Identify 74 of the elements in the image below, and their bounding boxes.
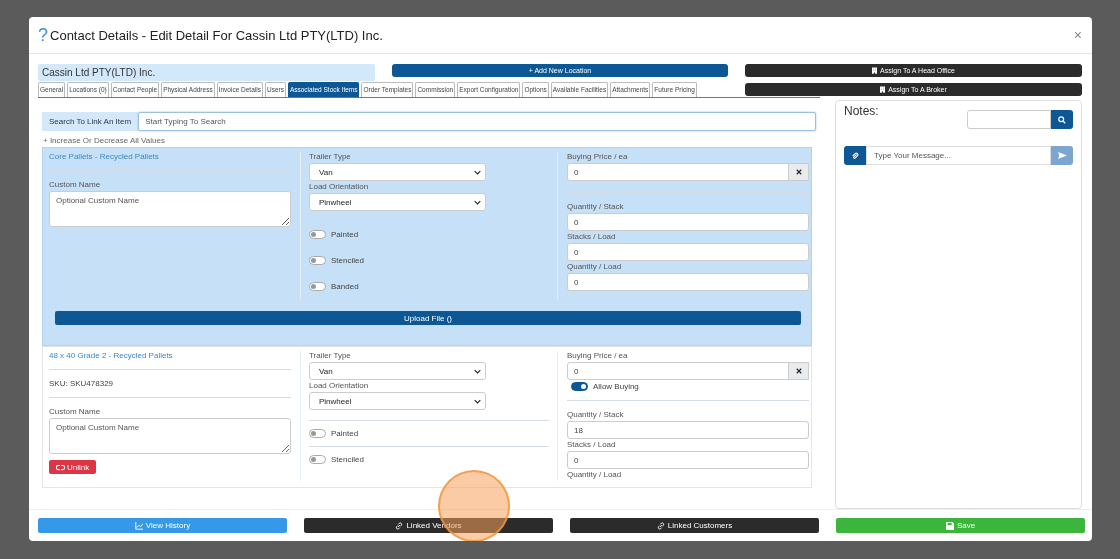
toggle-switch[interactable] [309,429,326,438]
chevron-icon [474,199,481,205]
chevron-icon [474,398,481,404]
item-title-link[interactable]: 48 x 40 Grade 2 - Recycled Pallets [49,351,291,360]
close-icon [795,169,802,175]
toggle-label: Painted [331,429,359,438]
field-label: Buying Price / ea [567,152,629,161]
search-field[interactable]: Start Typing To Search [138,112,816,131]
toggle-label: Stenciled [331,256,364,265]
line-chart-icon [134,521,143,530]
message-field[interactable]: Type Your Message... [866,146,1051,165]
unlink-button[interactable]: Unlink [49,460,97,474]
search-icon [1058,115,1066,124]
custom-name-field[interactable]: Optional Custom Name [49,191,291,227]
broken-link-icon [56,463,65,471]
adjust-values-link[interactable]: + Increase Or Decrease All Values [43,136,820,145]
field-label: Trailer Type [309,351,352,360]
field-label: Custom Name [49,180,102,189]
search-button[interactable] [1051,110,1073,129]
upload-file-button[interactable]: Upload File () [55,311,801,325]
send-button[interactable] [1051,146,1073,165]
clear-button[interactable] [789,163,809,181]
search-label: Search To Link An Item [42,112,139,131]
close-button[interactable]: × [1073,27,1082,43]
field-label: Custom Name [49,407,102,416]
sku-text: SKU: SKU478329 [49,379,115,388]
field-label: Buying Price / ea [567,351,629,360]
link-icon [656,521,665,530]
notes-search-field[interactable] [967,110,1051,129]
field-label: Load Orientation [309,182,370,191]
toggle-label: Banded [331,282,359,291]
quantity-field[interactable]: 0 [567,451,809,469]
field-label: Quantity / Load [567,262,623,271]
quantity-field[interactable]: 0 [567,273,809,291]
field-label: Quantity / Load [567,470,623,479]
load-orientation-dropdown[interactable]: Pinwheel [309,392,486,410]
footer-button[interactable]: Linked Customers [570,518,819,533]
field-label: Stacks / Load [567,232,617,241]
toggle-switch[interactable] [571,382,588,391]
building-icon [880,86,886,93]
toggle-switch[interactable] [309,230,326,239]
quantity-field[interactable]: 0 [567,243,809,261]
chevron-icon [474,169,481,175]
attach-button[interactable] [844,146,866,165]
help-icon: ? [38,24,48,46]
chevron-icon [474,368,481,374]
building-icon [872,67,878,74]
buying-price-field[interactable]: 0 [567,362,789,380]
toggle-switch[interactable] [309,282,326,291]
field-label: Trailer Type [309,152,352,161]
dialog-title: Contact Details - Edit Detail For Cassin Ltd PTY(LTD) Inc. [50,27,384,43]
toggle-label: Allow Buying [593,382,639,391]
quantity-field[interactable]: 0 [567,213,809,231]
trailer-type-dropdown[interactable]: Van [309,163,486,181]
trailer-type-dropdown[interactable]: Van [309,362,486,380]
field-label: Load Orientation [309,381,370,390]
toggle-switch[interactable] [309,256,326,265]
field-label: Stacks / Load [567,440,617,449]
toggle-switch[interactable] [309,455,326,464]
load-orientation-dropdown[interactable]: Pinwheel [309,193,486,211]
quantity-field[interactable]: 18 [567,421,809,439]
toggle-label: Stenciled [331,455,364,464]
send-icon [1057,151,1067,160]
custom-name-field[interactable]: Optional Custom Name [49,418,291,454]
buying-price-field[interactable]: 0 [567,163,789,181]
close-icon [795,368,802,374]
clear-button[interactable] [789,362,809,380]
field-label: Quantity / Stack [567,202,625,211]
paperclip-icon [851,151,859,160]
notes-title: Notes: [844,104,879,120]
link-icon [395,521,404,530]
toggle-label: Painted [331,230,359,239]
company-name-field[interactable]: Cassin Ltd PTY(LTD) Inc. [38,64,375,81]
field-label: Quantity / Stack [567,410,625,419]
